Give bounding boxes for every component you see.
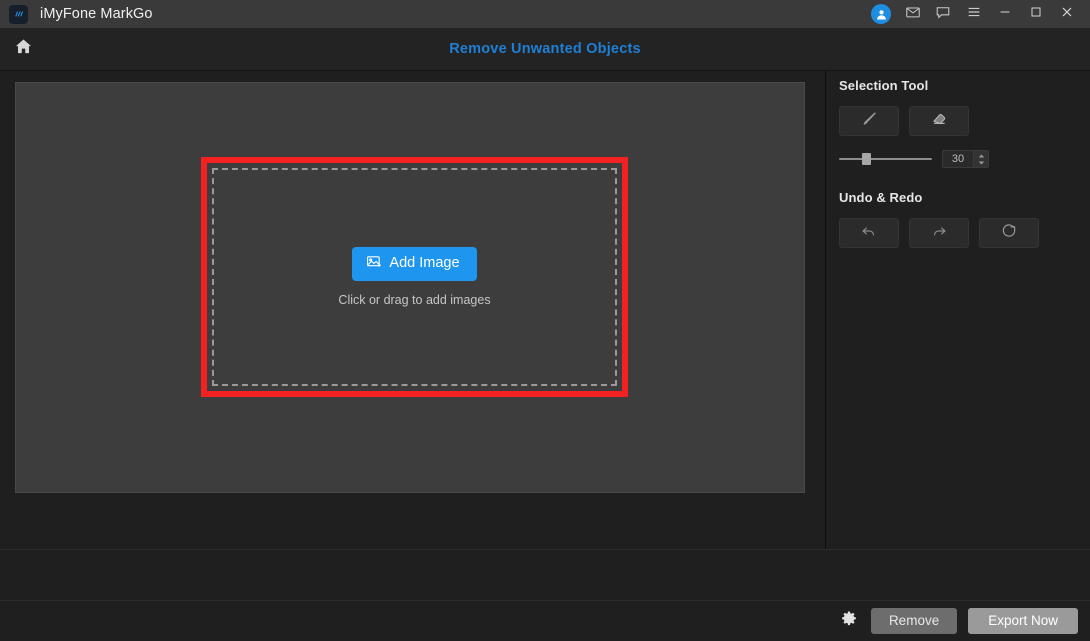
account-button[interactable] <box>868 0 898 28</box>
minimize-icon <box>997 4 1013 25</box>
menu-icon <box>966 4 982 25</box>
add-image-label: Add Image <box>389 256 459 271</box>
undo-arrow-icon <box>858 220 880 247</box>
slider-thumb[interactable] <box>862 153 871 165</box>
redo-arrow-icon <box>928 220 950 247</box>
image-add-icon <box>366 254 382 274</box>
eraser-icon <box>928 108 950 135</box>
app-title: iMyFone MarkGo <box>40 6 153 22</box>
secondary-strip <box>0 549 1090 601</box>
mail-icon <box>905 4 921 25</box>
brush-icon <box>859 108 880 134</box>
dropzone-hint: Click or drag to add images <box>338 293 490 307</box>
undo-redo-buttons <box>839 218 1090 248</box>
main-body: Add Image Click or drag to add images Se… <box>0 71 1090 549</box>
app-window: iMyFone MarkGo <box>0 0 1090 641</box>
page-title: Remove Unwanted Objects <box>0 41 1090 57</box>
user-avatar-icon <box>871 4 891 24</box>
feedback-button[interactable] <box>928 0 958 28</box>
undo-redo-title: Undo & Redo <box>839 190 1090 205</box>
selection-tool-title: Selection Tool <box>839 78 1090 93</box>
title-bar: iMyFone MarkGo <box>0 0 1090 28</box>
close-button[interactable] <box>1051 0 1082 28</box>
settings-button[interactable] <box>838 610 860 632</box>
markgo-logo-icon <box>9 5 28 24</box>
gear-icon <box>840 610 858 633</box>
feedback-icon <box>935 4 951 25</box>
canvas-panel[interactable]: Add Image Click or drag to add images <box>15 82 805 493</box>
brush-size-value[interactable]: 30 <box>943 151 973 167</box>
brush-size-slider[interactable] <box>839 152 932 166</box>
refresh-icon <box>999 221 1019 246</box>
brush-tool-button[interactable] <box>839 106 899 136</box>
reset-button[interactable] <box>979 218 1039 248</box>
redo-button[interactable] <box>909 218 969 248</box>
titlebar-controls <box>868 0 1082 28</box>
workspace-column: Add Image Click or drag to add images <box>0 71 826 549</box>
remove-button[interactable]: Remove <box>871 608 957 635</box>
image-dropzone[interactable]: Add Image Click or drag to add images <box>212 168 617 386</box>
export-now-button[interactable]: Export Now <box>968 608 1078 635</box>
brush-size-stepper[interactable]: 30 <box>942 150 989 168</box>
maximize-icon <box>1028 4 1044 25</box>
spinner-up-icon[interactable] <box>978 154 985 158</box>
eraser-tool-button[interactable] <box>909 106 969 136</box>
maximize-button[interactable] <box>1020 0 1051 28</box>
minimize-button[interactable] <box>989 0 1020 28</box>
slider-track <box>839 158 932 160</box>
undo-button[interactable] <box>839 218 899 248</box>
menu-button[interactable] <box>958 0 989 28</box>
home-icon <box>14 37 33 61</box>
selection-tool-buttons <box>839 106 1090 136</box>
close-icon <box>1059 4 1075 25</box>
footer-bar: Remove Export Now <box>0 601 1090 641</box>
page-header: Remove Unwanted Objects <box>0 28 1090 71</box>
brush-size-spinner[interactable] <box>973 151 988 167</box>
home-button[interactable] <box>10 36 36 62</box>
spinner-down-icon[interactable] <box>978 161 985 165</box>
add-image-button[interactable]: Add Image <box>352 247 476 282</box>
brush-size-control: 30 <box>839 150 1090 168</box>
tool-sidebar: Selection Tool <box>826 71 1090 549</box>
mail-button[interactable] <box>898 0 928 28</box>
